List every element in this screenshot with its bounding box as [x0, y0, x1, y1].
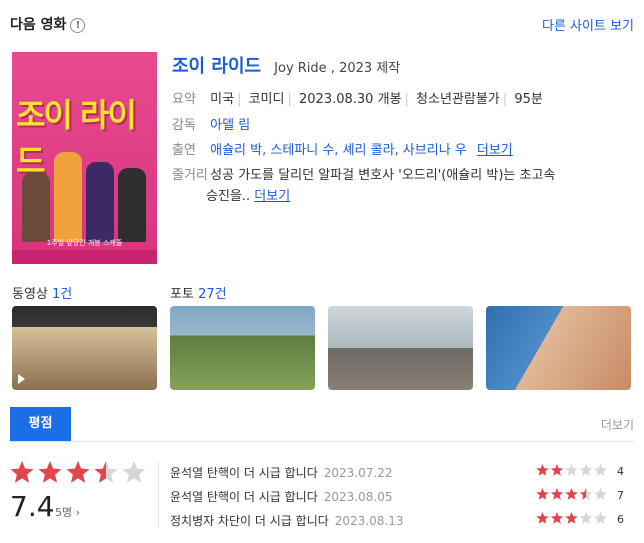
- review-date: 2023.08.05: [323, 490, 393, 504]
- vote-count[interactable]: 5명 ›: [55, 504, 80, 520]
- synopsis-more-link[interactable]: 더보기: [254, 189, 290, 204]
- review-date: 2023.08.13: [334, 514, 404, 528]
- photo-thumbnail[interactable]: [170, 306, 315, 390]
- star-icon: [66, 461, 90, 483]
- summary-rating: 청소년관람불가: [416, 92, 500, 107]
- summary-country: 미국: [210, 92, 235, 107]
- director-link[interactable]: 아델 림: [210, 118, 250, 133]
- movie-poster[interactable]: 조이 라이드 1주일 앞당긴 개봉 스케줄: [12, 52, 157, 264]
- rating-more-link[interactable]: 더보기: [601, 416, 634, 433]
- cast-more-link[interactable]: 더보기: [477, 143, 513, 158]
- star-icon: [536, 488, 549, 500]
- star-icon: [565, 512, 578, 524]
- average-score: 7.4: [10, 490, 55, 523]
- review-date: 2023.07.22: [323, 466, 393, 480]
- review-text: 윤석열 탄핵이 더 시급 합니다: [170, 490, 318, 504]
- synopsis-row-2: 승진을.. 더보기: [206, 185, 290, 204]
- review-item: 윤석열 탄핵이 더 시급 합니다 2023.08.05: [170, 488, 392, 505]
- summary-label: 요약: [172, 92, 196, 107]
- play-icon: [18, 374, 25, 384]
- star-icon: [550, 464, 564, 476]
- video-label: 동영상: [12, 287, 48, 302]
- star-icon: [38, 461, 62, 483]
- photo-thumbnail[interactable]: [328, 306, 473, 390]
- photo-thumbnail[interactable]: [486, 306, 631, 390]
- review-score: 7: [617, 489, 624, 502]
- info-icon[interactable]: !: [70, 18, 86, 33]
- photo-label: 포토: [170, 287, 194, 302]
- star-icon: [565, 464, 578, 476]
- star-icon: [579, 488, 593, 500]
- star-icon: [579, 464, 593, 476]
- section-header: 다음 영화! 다른 사이트 보기: [10, 14, 634, 36]
- synopsis-row: 줄거리 성공 가도를 달리던 알파걸 변호사 '오드리'(애슐리 박)는 초고속: [172, 164, 555, 183]
- review-item: 윤석열 탄핵이 더 시급 합니다 2023.07.22: [170, 464, 392, 481]
- review-stars: [536, 464, 607, 476]
- summary-runtime: 95분: [514, 92, 543, 107]
- photo-header[interactable]: 포토 27건: [170, 283, 227, 302]
- star-icon: [594, 512, 607, 524]
- poster-figure: [118, 168, 146, 242]
- synopsis-label: 줄거리: [172, 168, 208, 183]
- poster-band: [12, 250, 157, 264]
- star-icon: [536, 512, 549, 524]
- title-row: 조이 라이드 Joy Ride , 2023 제작: [172, 52, 400, 78]
- poster-figure: [54, 152, 82, 242]
- synopsis-text-2: 승진을..: [206, 189, 251, 204]
- poster-caption: 1주일 앞당긴 개봉 스케줄: [46, 239, 123, 247]
- synopsis-text: 성공 가도를 달리던 알파걸 변호사 '오드리'(애슐리 박)는 초고속: [210, 168, 556, 183]
- star-icon: [94, 461, 118, 483]
- poster-figure: [22, 172, 50, 242]
- star-icon: [550, 488, 564, 500]
- star-icon: [536, 464, 549, 476]
- tab-rating[interactable]: 평점: [10, 407, 71, 441]
- summary-row: 요약 미국 | 코미디 | 2023.08.30 개봉 | 청소년관람불가 | 95분: [172, 88, 543, 107]
- star-icon: [594, 464, 607, 476]
- star-icon: [550, 512, 564, 524]
- cast-label: 출연: [172, 143, 196, 158]
- poster-figure: [86, 162, 114, 242]
- review-score: 6: [617, 513, 624, 526]
- other-sites-link[interactable]: 다른 사이트 보기: [542, 15, 634, 34]
- summary-release: 2023.08.30 개봉: [299, 92, 402, 107]
- movie-original-title: Joy Ride , 2023 제작: [274, 61, 401, 76]
- director-row: 감독 아델 림: [172, 114, 250, 133]
- video-thumbnail[interactable]: [12, 306, 157, 390]
- star-icon: [579, 512, 593, 524]
- star-icon: [10, 461, 34, 483]
- review-stars: [536, 512, 607, 524]
- review-text: 정치병자 차단이 더 시급 합니다: [170, 514, 329, 528]
- average-star-rating: [10, 461, 146, 483]
- poster-people: [20, 142, 150, 242]
- review-score: 4: [617, 465, 624, 478]
- star-icon: [122, 461, 146, 483]
- cast-links[interactable]: 애슐리 박, 스테파니 수, 셰리 콜라, 사브리나 우: [210, 143, 467, 158]
- cast-row: 출연 애슐리 박, 스테파니 수, 셰리 콜라, 사브리나 우 더보기: [172, 139, 513, 158]
- video-header[interactable]: 동영상 1건: [12, 283, 72, 302]
- director-label: 감독: [172, 118, 196, 133]
- rating-divider: [158, 462, 159, 528]
- section-title-text: 다음 영화: [10, 17, 67, 33]
- summary-genre: 코미디: [248, 92, 285, 107]
- review-item: 정치병자 차단이 더 시급 합니다 2023.08.13: [170, 512, 404, 529]
- movie-title[interactable]: 조이 라이드: [172, 56, 261, 77]
- photo-count: 27건: [198, 287, 227, 302]
- review-text: 윤석열 탄핵이 더 시급 합니다: [170, 466, 318, 480]
- star-icon: [594, 488, 607, 500]
- section-title: 다음 영화!: [10, 14, 86, 34]
- rating-tabbar: 평점 더보기: [10, 407, 634, 442]
- star-icon: [565, 488, 578, 500]
- video-count: 1건: [52, 287, 73, 302]
- review-stars: [536, 488, 607, 500]
